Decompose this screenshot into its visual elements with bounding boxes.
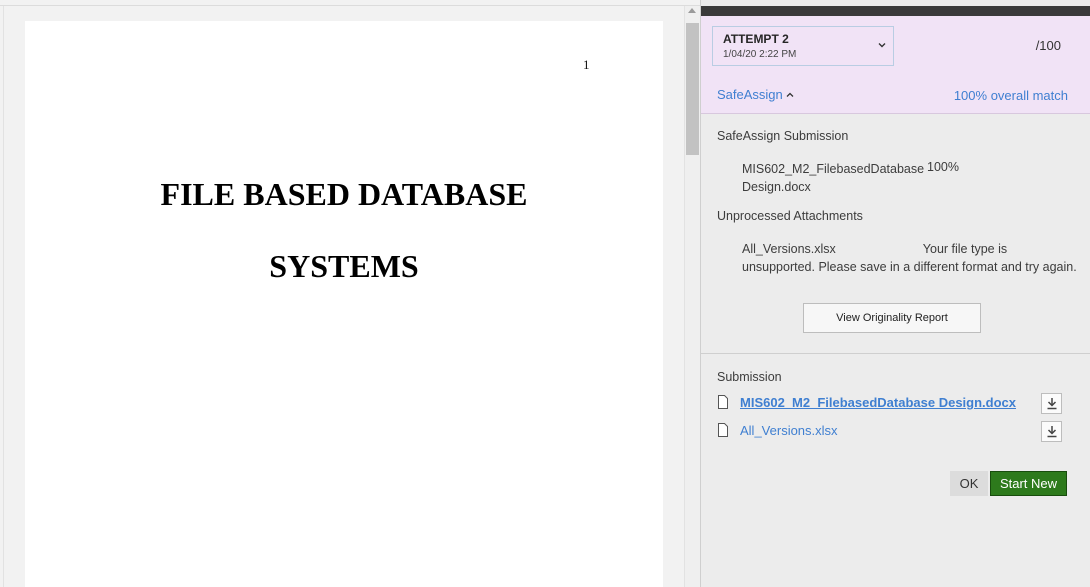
submission-file-link[interactable]: All_Versions.xlsx (740, 423, 838, 438)
score-total: /100 (1035, 38, 1061, 53)
document-scrollbar[interactable] (684, 6, 700, 587)
submission-file-link[interactable]: MIS602_M2_FilebasedDatabase Design.docx (740, 395, 1016, 410)
section-divider (701, 353, 1090, 354)
unprocessed-attachment: All_Versions.xlsx Your file type is unsup… (742, 240, 1077, 276)
attempt-label: ATTEMPT 2 (723, 32, 789, 46)
submission-file-row: All_Versions.xlsx (717, 421, 1077, 443)
scroll-up-arrow-icon[interactable] (688, 8, 696, 13)
unprocessed-attachments-heading: Unprocessed Attachments (717, 209, 863, 223)
safeassign-file-match: 100% (927, 160, 959, 174)
chevron-up-icon (786, 92, 794, 97)
view-originality-report-button[interactable]: View Originality Report (803, 303, 981, 333)
panel-top-bar (701, 6, 1090, 16)
file-icon (718, 395, 728, 409)
overall-match: 100% overall match (953, 88, 1068, 103)
page-number: 1 (583, 57, 590, 72)
document-title-line-1: FILE BASED DATABASE (160, 176, 528, 212)
ok-button[interactable]: OK (950, 471, 988, 496)
download-icon (1047, 426, 1057, 438)
file-icon (718, 423, 728, 437)
safeassign-submission-heading: SafeAssign Submission (717, 129, 849, 143)
safeassign-toggle[interactable]: SafeAssign (717, 87, 795, 102)
download-button[interactable] (1041, 393, 1062, 414)
submission-file-row: MIS602_M2_FilebasedDatabase Design.docx (717, 393, 1077, 415)
download-icon (1047, 398, 1057, 410)
document-viewer: 1 FILE BASED DATABASE SYSTEMS (0, 0, 700, 587)
safeassign-toggle-label: SafeAssign (717, 87, 783, 102)
document-title-line-2: SYSTEMS (269, 248, 419, 284)
viewer-top-border (0, 5, 700, 6)
viewer-left-border (3, 6, 4, 587)
download-button[interactable] (1041, 421, 1062, 442)
safeassign-file-name: MIS602_M2_FilebasedDatabase Design.docx (742, 162, 925, 194)
attempt-date: 1/04/20 2:22 PM (723, 49, 797, 60)
chevron-down-icon (878, 43, 886, 48)
grading-panel: ATTEMPT 2 1/04/20 2:22 PM /100 SafeAssig… (700, 0, 1090, 587)
document-page: 1 FILE BASED DATABASE SYSTEMS (25, 21, 663, 587)
scrollbar-thumb[interactable] (686, 23, 699, 155)
unprocessed-file-name: All_Versions.xlsx (742, 242, 836, 256)
attempt-header: ATTEMPT 2 1/04/20 2:22 PM /100 SafeAssig… (701, 16, 1090, 114)
submission-heading: Submission (717, 370, 782, 384)
attempt-selector[interactable]: ATTEMPT 2 1/04/20 2:22 PM (712, 26, 894, 66)
start-new-button[interactable]: Start New (990, 471, 1067, 496)
